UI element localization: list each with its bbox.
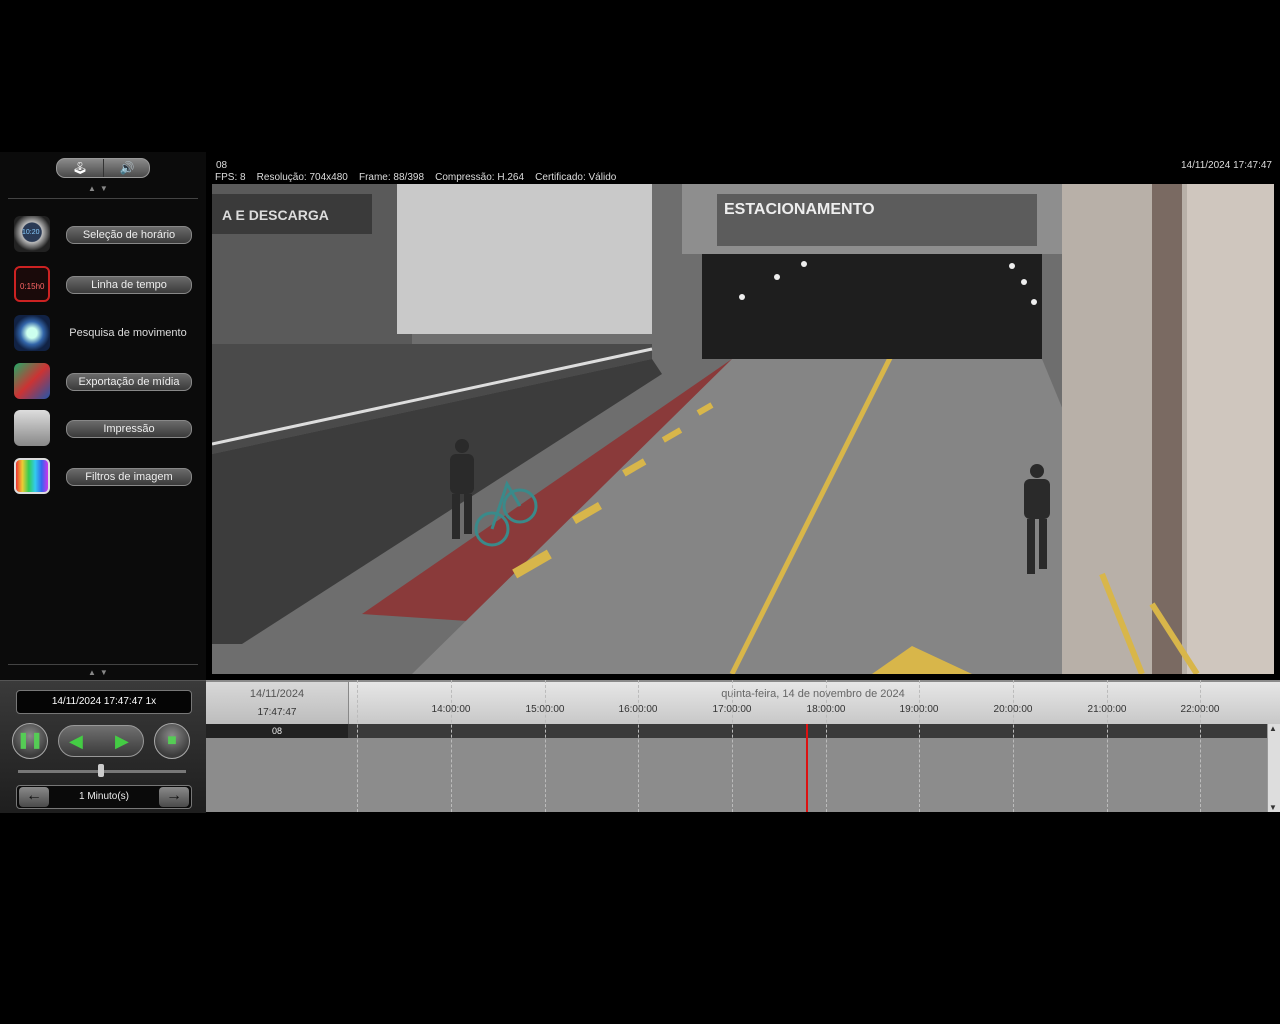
scroll-down-arrow[interactable]: ▼	[1269, 803, 1277, 812]
timeline-gridline	[1200, 680, 1201, 812]
timeline-gridline	[919, 680, 920, 812]
scroll-up-arrow[interactable]: ▲	[1269, 724, 1277, 733]
direction-controls: ◀ ▶	[58, 725, 144, 757]
sidebar-item-label[interactable]: Seleção de horário	[66, 226, 192, 244]
sidebar-item-label[interactable]: Impressão	[66, 420, 192, 438]
sidebar-item-motion-search[interactable]: Pesquisa de movimento	[10, 313, 196, 353]
sidebar-item-timeline[interactable]: 0:15h0 Linha de tempo	[10, 264, 196, 304]
playback-datetime-display: 14/11/2024 17:47:47 1x	[16, 690, 192, 714]
sidebar-item-time-selection[interactable]: 10:20 Seleção de horário	[10, 214, 196, 254]
timeline-current-time: 17:47:47	[257, 707, 297, 718]
motion-search-icon	[14, 315, 50, 351]
play-forward-button[interactable]: ▶	[115, 726, 129, 756]
stream-metadata: FPS: 8 Resolução: 704x480 Frame: 88/398 …	[215, 172, 617, 183]
clock-icon: 10:20	[14, 216, 50, 252]
sidebar-item-image-filters[interactable]: Filtros de imagem	[10, 456, 196, 496]
sidebar: 🕹 🔊 ▲▼ 10:20 Seleção de horário 0:15h0 L…	[0, 152, 206, 680]
joystick-icon[interactable]: 🕹	[57, 159, 103, 177]
sidebar-scroll-down-arrows[interactable]: ▲▼	[88, 668, 112, 677]
timeline-current-date: 14/11/2024	[249, 688, 305, 700]
sidebar-item-label[interactable]: Filtros de imagem	[66, 468, 192, 486]
sidebar-item-label[interactable]: Pesquisa de movimento	[66, 325, 190, 341]
timeline-track-area[interactable]	[206, 738, 1268, 812]
stop-button[interactable]: ■	[154, 723, 190, 759]
divider	[8, 664, 198, 665]
timeline-gridline	[1013, 680, 1014, 812]
speed-slider-thumb[interactable]	[98, 764, 104, 777]
timeline-panel[interactable]: 14/11/2024 17:47:47 quinta-feira, 14 de …	[206, 680, 1280, 812]
pause-icon: ❚❚	[16, 732, 44, 749]
divider	[8, 198, 198, 199]
sidebar-item-label[interactable]: Exportação de mídia	[66, 373, 192, 391]
sidebar-item-label[interactable]: Linha de tempo	[66, 276, 192, 294]
timeline-scrollbar[interactable]: ▲ ▼	[1267, 724, 1280, 812]
timeline-gridline	[732, 680, 733, 812]
video-info-bar: 08 FPS: 8 Resolução: 704x480 Frame: 88/3…	[212, 158, 1276, 186]
playback-controls: 14/11/2024 17:47:47 1x ❚❚ ◀ ▶ ■ ← 1 Minu…	[0, 680, 206, 813]
play-backward-button[interactable]: ◀	[69, 726, 83, 756]
video-timestamp: 14/11/2024 17:47:47	[1180, 160, 1272, 171]
timeline-camera-row[interactable]: 08	[206, 724, 1268, 738]
speaker-icon[interactable]: 🔊	[103, 159, 150, 177]
timeline-icon-text: 0:15h0	[20, 282, 45, 291]
timeline-gridline	[826, 680, 827, 812]
timeline-row-label: 08	[206, 724, 348, 738]
camera-frame: A E DESCARGA ESTACIONAMENTO	[212, 184, 1274, 674]
media-export-icon	[14, 363, 50, 399]
timeline-gridline	[638, 680, 639, 812]
timeline-gridline	[545, 680, 546, 812]
video-viewport[interactable]: A E DESCARGA ESTACIONAMENTO	[212, 184, 1274, 674]
timeline-current-position: 14/11/2024 17:47:47	[206, 682, 349, 724]
timeline-playhead[interactable]	[806, 724, 808, 812]
timeline-gridline	[1107, 680, 1108, 812]
stop-icon: ■	[167, 732, 177, 749]
surveillance-player-app: 🕹 🔊 ▲▼ 10:20 Seleção de horário 0:15h0 L…	[0, 152, 1280, 813]
printer-icon	[14, 410, 50, 446]
timeline-clapper-icon: 0:15h0	[14, 266, 50, 302]
step-interval-control: ← 1 Minuto(s) →	[16, 785, 192, 809]
step-forward-button[interactable]: →	[159, 787, 189, 807]
pause-button[interactable]: ❚❚	[12, 723, 48, 759]
timeline-gridline	[451, 680, 452, 812]
sidebar-item-media-export[interactable]: Exportação de mídia	[10, 361, 196, 401]
timeline-gridline	[357, 680, 358, 812]
scene-sign-left: A E DESCARGA	[222, 207, 329, 223]
timeline-day-label: quinta-feira, 14 de novembro de 2024	[721, 688, 905, 700]
sidebar-item-print[interactable]: Impressão	[10, 408, 196, 448]
clock-icon-text: 10:20	[22, 229, 40, 236]
ptz-audio-toggle[interactable]: 🕹 🔊	[56, 158, 150, 178]
image-filter-icon	[14, 458, 50, 494]
step-interval-label[interactable]: 1 Minuto(s)	[51, 786, 157, 808]
timeline-header: 14/11/2024 17:47:47 quinta-feira, 14 de …	[206, 682, 1280, 724]
scene-sign: ESTACIONAMENTO	[724, 201, 875, 218]
step-back-button[interactable]: ←	[19, 787, 49, 807]
camera-id: 08	[216, 160, 228, 171]
sidebar-scroll-up-arrows[interactable]: ▲▼	[88, 184, 112, 193]
